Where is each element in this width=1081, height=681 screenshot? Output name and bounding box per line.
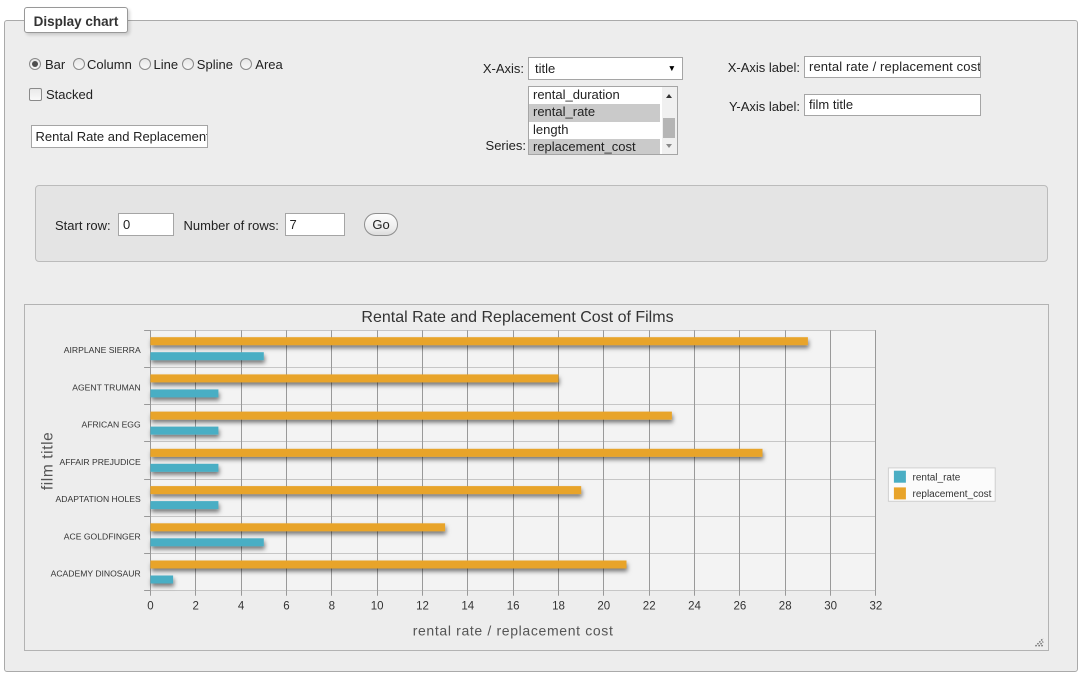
- svg-text:10: 10: [371, 600, 384, 612]
- svg-text:32: 32: [870, 600, 883, 612]
- svg-text:0: 0: [147, 600, 153, 612]
- svg-text:12: 12: [416, 600, 429, 612]
- svg-text:6: 6: [283, 600, 289, 612]
- svg-text:ACE GOLDFINGER: ACE GOLDFINGER: [64, 531, 141, 541]
- svg-text:16: 16: [507, 600, 520, 612]
- svg-text:22: 22: [643, 600, 656, 612]
- svg-text:AIRPLANE SIERRA: AIRPLANE SIERRA: [64, 345, 141, 355]
- svg-text:AFFAIR PREJUDICE: AFFAIR PREJUDICE: [60, 457, 141, 467]
- svg-text:8: 8: [329, 600, 335, 612]
- svg-text:replacement_cost: replacement_cost: [913, 489, 992, 500]
- svg-text:30: 30: [824, 600, 837, 612]
- svg-text:14: 14: [461, 600, 474, 612]
- svg-text:28: 28: [779, 600, 792, 612]
- svg-text:rental_rate: rental_rate: [913, 472, 961, 483]
- svg-text:18: 18: [552, 600, 565, 612]
- svg-text:AGENT TRUMAN: AGENT TRUMAN: [72, 382, 140, 392]
- svg-text:rental rate / replacement cost: rental rate / replacement cost: [413, 623, 614, 639]
- svg-text:26: 26: [734, 600, 747, 612]
- svg-text:2: 2: [192, 600, 198, 612]
- svg-text:AFRICAN EGG: AFRICAN EGG: [81, 420, 141, 430]
- svg-text:Rental Rate and Replacement Co: Rental Rate and Replacement Cost of Film…: [361, 309, 673, 326]
- svg-text:ACADEMY DINOSAUR: ACADEMY DINOSAUR: [51, 569, 141, 579]
- svg-text:4: 4: [238, 600, 245, 612]
- svg-text:24: 24: [688, 600, 701, 612]
- svg-text:film title: film title: [40, 432, 57, 491]
- svg-text:20: 20: [597, 600, 610, 612]
- svg-text:ADAPTATION HOLES: ADAPTATION HOLES: [56, 494, 141, 504]
